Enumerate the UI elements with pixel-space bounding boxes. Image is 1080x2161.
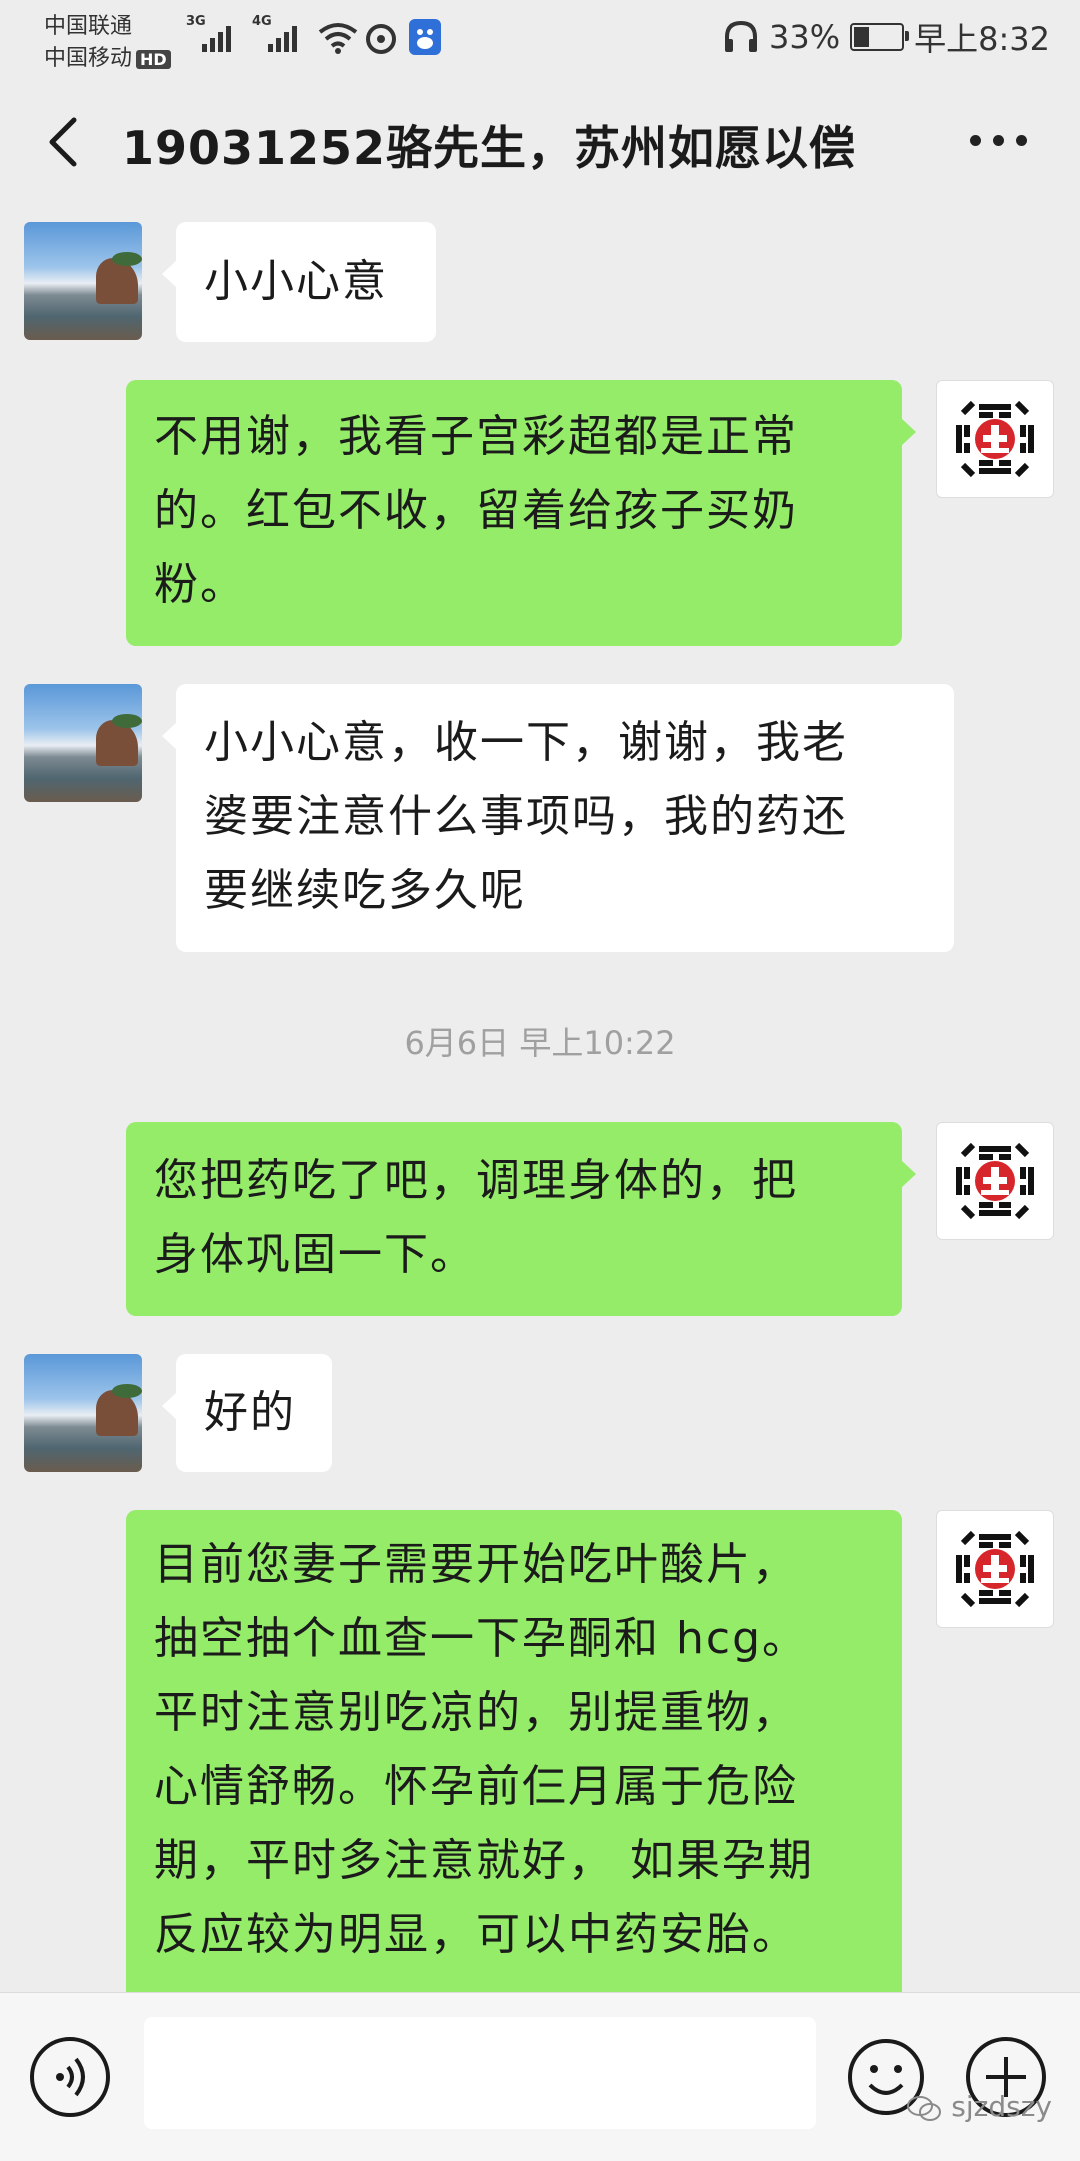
voice-icon[interactable] <box>30 2037 110 2117</box>
battery-percent: 33% <box>769 18 841 56</box>
more-dots-icon[interactable] <box>970 120 1040 160</box>
contact-avatar[interactable] <box>24 222 142 340</box>
user-avatar[interactable] <box>936 1510 1054 1628</box>
bagua-logo-icon <box>956 1142 1034 1220</box>
received-message[interactable]: 好的 <box>162 1354 332 1472</box>
chevron-left-icon[interactable] <box>36 112 96 172</box>
status-bar: 中国联通 中国移动 HD 3G 4G 33% 早上8:32 <box>0 0 1080 72</box>
clock: 早上8:32 <box>914 20 1050 58</box>
sent-message[interactable]: 目前您妻子需要开始吃叶酸片， 抽空抽个血查一下孕酮和 hcg。 平时注意别吃凉的… <box>126 1510 902 1992</box>
status-right: 33% 早上8:32 <box>723 14 1050 60</box>
carrier-2-label: 中国移动 <box>44 46 133 71</box>
wifi-icon <box>318 23 358 54</box>
chat-header: 19031252骆先生，苏州如愿以偿 <box>0 72 1080 212</box>
user-avatar[interactable] <box>936 380 1054 498</box>
voice-waves-icon <box>56 2057 85 2097</box>
user-avatar[interactable] <box>936 1122 1054 1240</box>
battery-icon <box>850 23 910 51</box>
contact-avatar[interactable] <box>24 684 142 802</box>
sent-message[interactable]: 不用谢，我看子宫彩超都是正常 的。红包不收，留着给孩子买奶 粉。 <box>126 380 916 646</box>
watermark-text: sjzdszy <box>951 2090 1052 2123</box>
carrier-2: 中国移动 HD <box>44 40 171 72</box>
contact-avatar[interactable] <box>24 1354 142 1472</box>
sent-message[interactable]: 您把药吃了吧，调理身体的，把 身体巩固一下。 <box>126 1122 916 1316</box>
hd-badge: HD <box>136 50 171 69</box>
message-input[interactable] <box>144 2017 816 2129</box>
input-bar <box>0 1992 1080 2161</box>
wechat-icon <box>907 2096 942 2121</box>
received-message[interactable]: 小小心意 <box>162 222 436 342</box>
received-message[interactable]: 小小心意，收一下，谢谢，我老 婆要注意什么事项吗，我的药还 要继续吃多久呢 <box>162 684 954 952</box>
battery-fill <box>854 27 870 47</box>
netease-music-icon <box>366 24 396 54</box>
baidu-icon <box>409 19 441 55</box>
chat-title: 19031252骆先生，苏州如愿以偿 <box>122 121 857 175</box>
headphones-icon <box>725 20 757 52</box>
watermark: sjzdszy <box>906 2090 1052 2123</box>
bagua-logo-icon <box>956 1530 1034 1608</box>
bagua-logo-icon <box>956 400 1034 478</box>
carrier-1: 中国联通 <box>44 14 133 39</box>
timestamp: 6月6日 早上10:22 <box>404 1024 676 1062</box>
